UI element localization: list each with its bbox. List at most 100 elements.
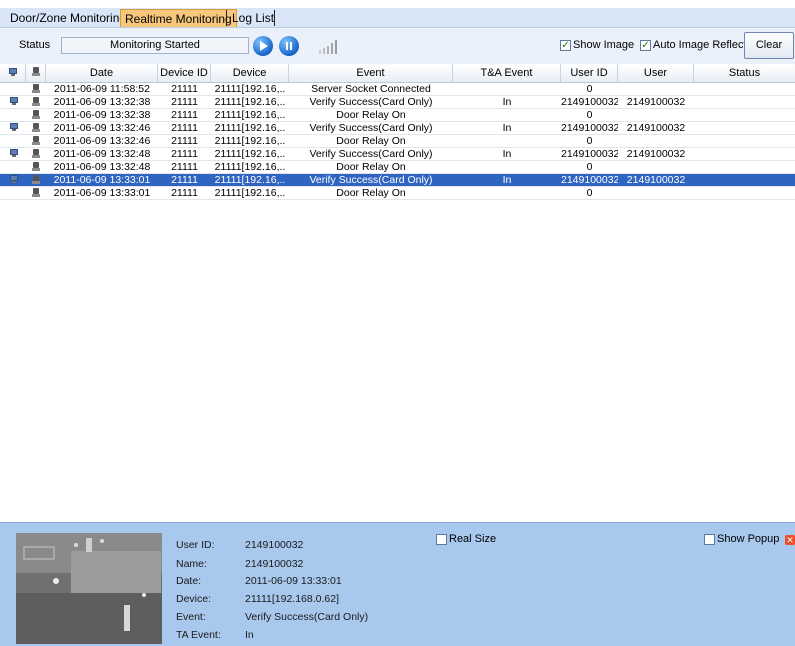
- cell-user-id: 0: [586, 83, 593, 95]
- cell-status: [694, 109, 795, 121]
- column-header-date[interactable]: Date: [46, 64, 158, 82]
- camera-icon[interactable]: [31, 136, 41, 146]
- camera-icon[interactable]: [31, 175, 41, 185]
- tab-log-list[interactable]: Log List: [228, 9, 278, 27]
- grid-header: Date Device ID Device Event T&A Event Us…: [0, 64, 795, 83]
- cell-status: [694, 96, 795, 108]
- cell-device: 21111[192.16,..: [214, 174, 286, 186]
- camera-icon[interactable]: [31, 162, 41, 172]
- cell-event: Verify Success(Card Only): [309, 174, 433, 186]
- show-popup-checkbox[interactable]: [704, 534, 715, 545]
- column-header-monitor[interactable]: [0, 64, 26, 82]
- close-icon[interactable]: ✕: [785, 535, 795, 545]
- cell-user: [618, 187, 694, 199]
- real-size-label: Real Size: [449, 533, 497, 545]
- status-display: Monitoring Started: [61, 37, 249, 54]
- detail-panel: User ID: 2149100032 Name: 2149100032 Dat…: [0, 522, 795, 646]
- real-size-checkbox[interactable]: [436, 534, 447, 545]
- camera-icon[interactable]: [31, 84, 41, 94]
- table-row[interactable]: 2011-06-09 13:33:01 21111 21111[192.16,.. V…: [0, 174, 795, 187]
- column-header-camera[interactable]: [26, 64, 46, 82]
- cell-ta-event: [453, 135, 561, 147]
- cell-date: 2011-06-09 13:33:01: [53, 174, 151, 186]
- detail-label-ta-event: TA Event:: [176, 629, 221, 641]
- cell-device-id: 21111: [171, 148, 198, 160]
- column-header-device-id[interactable]: Device ID: [158, 64, 211, 82]
- cell-user: 2149100032: [626, 148, 686, 160]
- detail-label-event: Event:: [176, 611, 206, 623]
- cell-device: 21111[192.16,..: [214, 135, 286, 147]
- cell-user: 2149100032: [626, 174, 686, 186]
- camera-icon[interactable]: [31, 123, 41, 133]
- pause-button[interactable]: [279, 36, 299, 56]
- cell-user-id: 0: [586, 109, 593, 121]
- cell-device-id: 21111: [171, 83, 198, 95]
- column-header-user-id[interactable]: User ID: [561, 64, 618, 82]
- cell-date: 2011-06-09 13:32:48: [53, 161, 151, 173]
- tab-realtime-monitoring[interactable]: Realtime Monitoring: [120, 9, 237, 27]
- clear-button[interactable]: Clear: [744, 32, 794, 59]
- cell-device-id: 21111: [171, 174, 198, 186]
- cell-date: 2011-06-09 11:58:52: [54, 83, 150, 95]
- monitor-icon[interactable]: [9, 123, 19, 132]
- camera-icon[interactable]: [31, 149, 41, 159]
- auto-image-reflect-label: Auto Image Reflect: [653, 39, 747, 51]
- table-row[interactable]: 2011-06-09 13:32:48 21111 21111[192.16,.. D…: [0, 161, 795, 174]
- auto-image-reflect-checkbox[interactable]: ✓: [640, 40, 651, 51]
- monitor-icon: [8, 68, 18, 77]
- cell-user: [618, 109, 694, 121]
- cell-event: Door Relay On: [336, 187, 406, 199]
- cell-event: Door Relay On: [336, 109, 406, 121]
- table-row[interactable]: 2011-06-09 13:32:38 21111 21111[192.16,.. V…: [0, 96, 795, 109]
- signal-bars-icon: [318, 39, 340, 55]
- cell-user-id: 2149100032: [561, 96, 618, 108]
- cell-user: [618, 161, 694, 173]
- camera-icon[interactable]: [31, 110, 41, 120]
- detail-label-name: Name:: [176, 558, 207, 570]
- cell-user-id: 2149100032: [561, 148, 618, 160]
- tab-door-zone-monitoring[interactable]: Door/Zone Monitoring: [6, 9, 130, 27]
- cell-device: 21111[192.16,..: [214, 96, 286, 108]
- toolbar: Status Monitoring Started ✓ Show Image ✓…: [0, 28, 795, 65]
- cell-event: Verify Success(Card Only): [309, 148, 433, 160]
- cell-event: Server Socket Connected: [311, 83, 431, 95]
- camera-icon[interactable]: [31, 97, 41, 107]
- column-header-device[interactable]: Device: [211, 64, 289, 82]
- cell-device: 21111[192.16,..: [214, 148, 286, 160]
- play-button[interactable]: [253, 36, 273, 56]
- cell-ta-event: In: [502, 148, 512, 160]
- monitor-icon[interactable]: [9, 97, 19, 106]
- column-header-user[interactable]: User: [618, 64, 694, 82]
- table-row[interactable]: 2011-06-09 13:33:01 21111 21111[192.16,.. D…: [0, 187, 795, 200]
- tab-bar: Door/Zone Monitoring Realtime Monitoring…: [0, 0, 795, 28]
- cell-user: [618, 83, 694, 95]
- cell-ta-event: In: [502, 96, 512, 108]
- monitor-icon[interactable]: [9, 149, 19, 158]
- detail-value-date: 2011-06-09 13:33:01: [245, 575, 342, 587]
- captured-image: [16, 533, 162, 644]
- show-popup-label: Show Popup: [717, 533, 780, 545]
- camera-icon: [31, 67, 41, 77]
- table-row[interactable]: 2011-06-09 13:32:46 21111 21111[192.16,.. D…: [0, 135, 795, 148]
- column-header-status[interactable]: Status: [694, 64, 795, 82]
- cell-ta-event: [453, 109, 561, 121]
- show-image-checkbox[interactable]: ✓: [560, 40, 571, 51]
- table-row[interactable]: 2011-06-09 13:32:48 21111 21111[192.16,.. V…: [0, 148, 795, 161]
- show-image-label: Show Image: [573, 39, 635, 51]
- column-header-event[interactable]: Event: [289, 64, 453, 82]
- cell-device: 21111[192.16,..: [214, 83, 286, 95]
- camera-icon[interactable]: [31, 188, 41, 198]
- cell-status: [694, 161, 795, 173]
- column-header-ta-event[interactable]: T&A Event: [453, 64, 561, 82]
- cell-ta-event: [453, 187, 561, 199]
- detail-label-date: Date:: [176, 575, 202, 587]
- cell-status: [694, 174, 795, 186]
- monitor-icon[interactable]: [9, 175, 19, 184]
- table-row[interactable]: 2011-06-09 11:58:52 21111 21111[192.16,.. S…: [0, 83, 795, 96]
- cell-ta-event: In: [502, 122, 512, 134]
- cell-date: 2011-06-09 13:33:01: [53, 187, 151, 199]
- cell-date: 2011-06-09 13:32:38: [53, 109, 151, 121]
- table-row[interactable]: 2011-06-09 13:32:46 21111 21111[192.16,.. V…: [0, 122, 795, 135]
- cell-event: Door Relay On: [336, 135, 406, 147]
- table-row[interactable]: 2011-06-09 13:32:38 21111 21111[192.16,.. D…: [0, 109, 795, 122]
